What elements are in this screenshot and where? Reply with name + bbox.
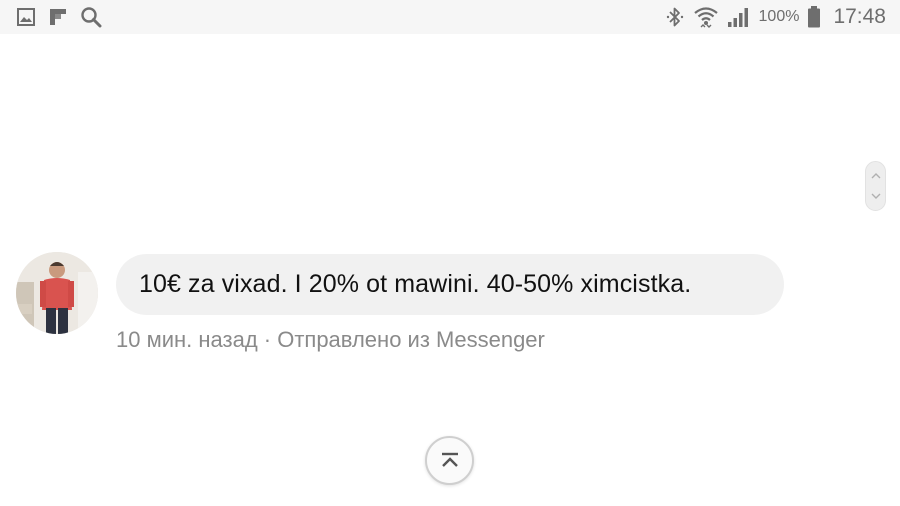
status-bar: 100% 17:48 [0,0,900,34]
battery-icon [807,6,821,28]
signal-icon [727,6,751,28]
gallery-icon [16,7,36,27]
search-icon [80,6,102,28]
status-bar-right: 100% 17:48 [665,5,886,29]
flipboard-icon [48,7,68,27]
clock: 17:48 [833,5,886,28]
wifi-icon [693,5,719,29]
chevron-up-icon [871,173,881,179]
chevron-down-icon [871,193,881,199]
battery-percent: 100% [758,8,800,25]
message-bubble[interactable]: 10€ za vixad. I 20% ot mawini. 40-50% xi… [116,254,784,315]
bluetooth-icon [665,6,685,28]
scroll-to-top-button[interactable] [425,436,474,485]
scroll-handle[interactable] [865,161,886,211]
message-meta: 10 мин. назад · Отправлено из Messenger [116,327,545,352]
avatar[interactable] [16,252,98,334]
status-bar-left-icons [16,6,102,28]
message-text: 10€ za vixad. I 20% ot mawini. 40-50% xi… [139,270,692,298]
scroll-to-top-icon [442,452,458,467]
